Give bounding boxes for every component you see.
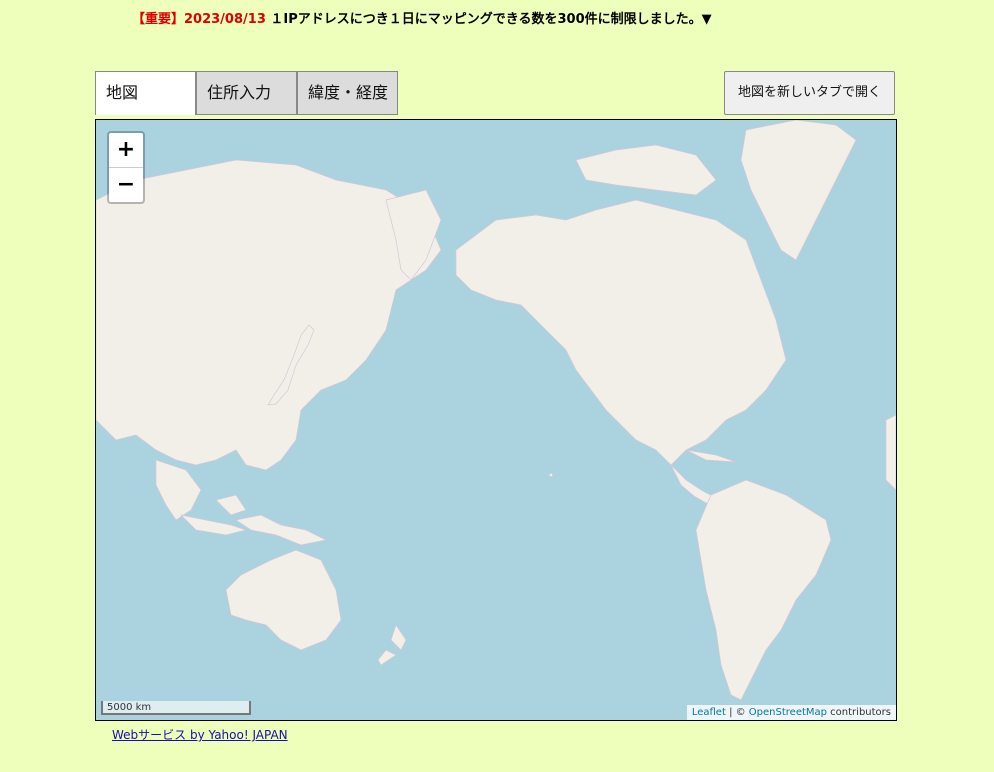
map-attribution: Leaflet | © OpenStreetMap contributors <box>686 705 896 720</box>
tab-map[interactable]: 地図 <box>95 71 196 115</box>
tab-address-input[interactable]: 住所入力 <box>196 71 297 115</box>
land-europe-africa-edge <box>885 414 896 491</box>
zoom-out-button[interactable]: − <box>109 168 143 202</box>
map-scale-bar: 5000 km <box>101 701 251 715</box>
notice-tag: 【重要】2023/08/13 <box>132 12 266 27</box>
map-tabs: 地図 住所入力 緯度・経度 <box>95 71 398 115</box>
open-map-new-tab-button[interactable]: 地図を新しいタブで開く <box>724 71 895 115</box>
leaflet-link[interactable]: Leaflet <box>692 707 726 718</box>
zoom-in-button[interactable]: + <box>109 133 143 168</box>
openstreetmap-link[interactable]: OpenStreetMap <box>749 707 827 718</box>
tab-lat-lng[interactable]: 緯度・経度 <box>297 71 398 115</box>
land-hawaii <box>549 473 553 477</box>
map-view[interactable]: + − 5000 km Leaflet | © OpenStreetMap co… <box>95 119 897 721</box>
yahoo-web-services-link[interactable]: Webサービス by Yahoo! JAPAN <box>112 726 288 743</box>
notice-text: １IPアドレスにつき１日にマッピングできる数を300件に制限しました。▼ <box>270 12 712 27</box>
attribution-suffix: contributors <box>827 707 891 718</box>
notice-line[interactable]: 【重要】2023/08/13 １IPアドレスにつき１日にマッピングできる数を30… <box>132 8 712 27</box>
world-map-tiles <box>96 120 896 720</box>
attribution-separator: | © <box>725 707 749 718</box>
zoom-control: + − <box>107 131 145 204</box>
